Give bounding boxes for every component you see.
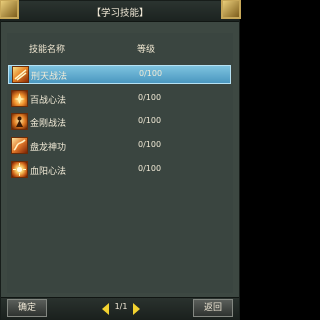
- back-button[interactable]: 返回: [193, 299, 233, 317]
- window-title: 【学习技能】: [91, 8, 149, 19]
- column-header-level: 等级: [137, 45, 156, 55]
- skill-vajra-icon: [11, 113, 28, 130]
- arrow-left-icon[interactable]: [102, 303, 109, 315]
- confirm-button[interactable]: 确定: [7, 299, 47, 317]
- arrow-right-icon[interactable]: [133, 303, 140, 315]
- skill-row[interactable]: 盘龙神功 0/100: [8, 136, 231, 155]
- skill-row[interactable]: 百战心法 0/100: [8, 89, 231, 108]
- skill-level: 0/100: [138, 93, 162, 102]
- skill-learn-window: 【学习技能】 技能名称 等级 刑天战法 0/100 百战心法 0/100 金刚战…: [0, 0, 241, 320]
- skill-name: 刑天战法: [31, 72, 68, 82]
- skill-name: 金刚战法: [30, 119, 67, 129]
- skill-level: 0/100: [138, 116, 162, 125]
- skill-name: 百战心法: [30, 96, 67, 106]
- skill-row-selected[interactable]: 刑天战法 0/100: [8, 65, 231, 84]
- skill-level: 0/100: [139, 69, 163, 78]
- skill-fire-warrior-icon: [12, 66, 29, 83]
- skill-level: 0/100: [138, 140, 162, 149]
- column-header-name: 技能名称: [29, 45, 66, 55]
- skill-name: 血阳心法: [30, 167, 67, 177]
- skill-row[interactable]: 血阳心法 0/100: [8, 160, 231, 179]
- skill-coiled-dragon-icon: [11, 137, 28, 154]
- skill-name: 盘龙神功: [30, 143, 67, 153]
- skill-level: 0/100: [138, 164, 162, 173]
- title-bar: 【学习技能】: [0, 0, 241, 22]
- skill-battle-spirit-icon: [11, 90, 28, 107]
- skill-row[interactable]: 金刚战法 0/100: [8, 112, 231, 131]
- page-indicator: 1/1: [114, 302, 128, 311]
- skill-blood-sun-icon: [11, 161, 28, 178]
